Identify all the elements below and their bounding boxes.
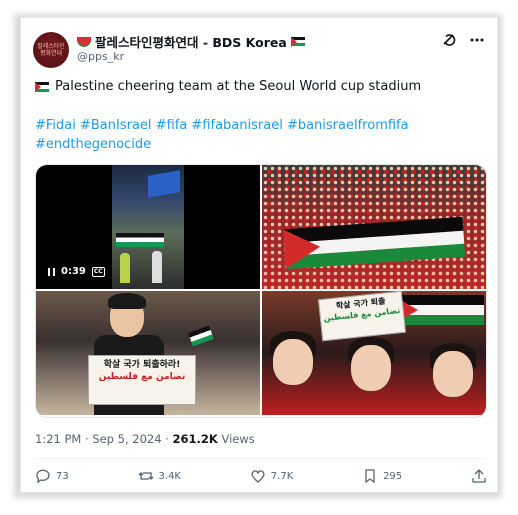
media-grid: 0:39 CC 학살 국가 퇴출하라! تضامن مع فلسطين 학살 국… [35, 164, 487, 418]
captions-icon[interactable]: CC [91, 266, 105, 277]
like-button[interactable]: 7.7K [250, 468, 293, 484]
repost-count: 3.4K [158, 470, 181, 482]
share-button[interactable] [471, 468, 487, 484]
photo-fan-sign[interactable]: 학살 국가 퇴출하라! تضامن مع فلسطين [36, 291, 260, 415]
photo-girls-cheering[interactable]: 학살 국가 퇴출 تضامن مع فلسطين [262, 291, 486, 415]
palestine-flag-icon [290, 36, 305, 47]
tweet-body: Palestine cheering team at the Seoul Wor… [55, 79, 422, 94]
bookmark-icon [365, 469, 375, 484]
more-options-icon[interactable] [469, 32, 485, 48]
hashtags[interactable]: #Fidai #BanIsrael #fifa #fifabanisrael #… [35, 116, 485, 154]
repost-button[interactable]: 3.4K [138, 468, 181, 484]
author-handle[interactable]: @pps_kr [77, 50, 124, 63]
tweet-card: 팔레스타인평화연대 팔레스타인평화연대 - BDS Korea @pps_kr … [20, 17, 498, 493]
palestine-flag-icon [35, 82, 49, 92]
video-time: 0:39 [61, 266, 86, 277]
video-controls[interactable]: 0:39 CC [48, 266, 105, 277]
fan-sign: 학살 국가 퇴출하라! تضامن مع فلسطين [88, 355, 196, 405]
action-bar: 73 3.4K 7.7K 295 [35, 468, 487, 484]
tweet-meta: 1:21 PM · Sep 5, 2024 · 261.2K Views [35, 432, 255, 446]
bookmark-button[interactable]: 295 [362, 468, 402, 484]
repost-icon [138, 472, 153, 480]
grok-icon[interactable] [441, 32, 457, 48]
like-count: 7.7K [270, 470, 294, 482]
tweet-timestamp[interactable]: 1:21 PM · Sep 5, 2024 · [35, 432, 169, 446]
author-name[interactable]: 팔레스타인평화연대 - BDS Korea [95, 32, 287, 51]
palestine-flag-photo [392, 295, 484, 325]
photo-crowd-flag[interactable] [262, 165, 486, 289]
reply-count: 73 [56, 470, 69, 482]
heart-icon [251, 470, 265, 483]
views-label: Views [221, 432, 255, 446]
avatar[interactable]: 팔레스타인평화연대 [33, 32, 69, 68]
author-name-row[interactable]: 팔레스타인평화연대 - BDS Korea [77, 32, 305, 51]
video-tile[interactable]: 0:39 CC [36, 165, 260, 289]
tweet-text: Palestine cheering team at the Seoul Wor… [35, 78, 485, 96]
bookmark-count: 295 [383, 470, 403, 482]
sign-line-arabic: تضامن مع فلسطين [98, 372, 186, 382]
girls-sign: 학살 국가 퇴출 تضامن مع فلسطين [318, 291, 406, 342]
reply-icon [36, 469, 50, 484]
top-actions [441, 32, 485, 48]
palestine-flag-banner [282, 216, 466, 270]
avatar-text: 팔레스타인평화연대 [37, 43, 65, 57]
small-flag [188, 325, 214, 347]
pause-icon[interactable] [48, 267, 55, 276]
reply-button[interactable]: 73 [35, 468, 69, 484]
views-count: 261.2K [172, 432, 218, 446]
share-icon [472, 469, 486, 483]
video-frame [112, 165, 184, 289]
divider [35, 458, 487, 459]
watermelon-icon [77, 36, 91, 47]
sign-line-korean: 학살 국가 퇴출하라! [103, 360, 181, 370]
